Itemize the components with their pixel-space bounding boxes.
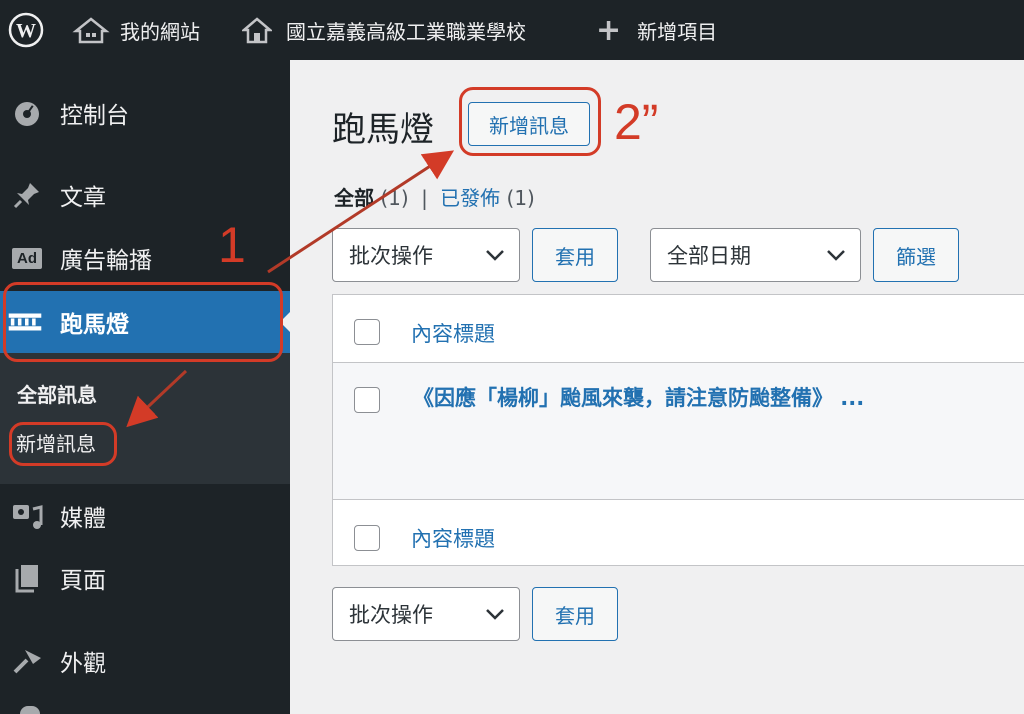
- bulk-action-value: 批次操作: [349, 244, 433, 268]
- main-content: 跑馬燈 新增訊息 全部 (1) | 已發佈 (1) 批次操作 套用 全部日期 篩…: [290, 60, 1024, 714]
- filter-all[interactable]: 全部: [334, 186, 374, 210]
- wordpress-logo-icon[interactable]: W: [8, 0, 44, 60]
- sidebar-item-ad-carousel[interactable]: Ad 廣告輪播: [0, 235, 290, 281]
- new-item-link[interactable]: + 新增項目: [596, 0, 717, 60]
- posts-table: 內容標題 《因應「楊柳」颱風來襲，請注意防颱整備》 ... 內容標題: [332, 294, 1024, 566]
- row-title-link[interactable]: 《因應「楊柳」颱風來襲，請注意防颱整備》 ...: [413, 382, 864, 412]
- chevron-down-icon: [486, 609, 504, 620]
- row-checkbox[interactable]: [354, 387, 380, 413]
- site-name-link[interactable]: 我的網站: [72, 0, 200, 60]
- appearance-icon: [10, 646, 44, 676]
- column-title-header[interactable]: 內容標題: [411, 318, 495, 348]
- svg-text:W: W: [16, 20, 36, 42]
- home-group-icon: [72, 17, 110, 44]
- annotation-step-2: 2”: [614, 94, 659, 150]
- filter-all-count: (1): [380, 186, 409, 210]
- filter-published[interactable]: 已發佈: [440, 186, 500, 210]
- sidebar-item-label: 外觀: [60, 651, 106, 677]
- select-all-checkbox-footer[interactable]: [354, 525, 380, 551]
- apply-button-top[interactable]: 套用: [532, 228, 618, 282]
- site-name-label: 我的網站: [120, 19, 200, 44]
- home-icon: [242, 17, 272, 44]
- annotation-box-marquee: [3, 282, 283, 362]
- column-title-footer[interactable]: 內容標題: [411, 523, 495, 553]
- filter-button[interactable]: 篩選: [873, 228, 959, 282]
- page-icon: [10, 563, 44, 593]
- ad-icon: Ad: [10, 243, 44, 273]
- sidebar-item-label: 頁面: [60, 568, 106, 594]
- sidebar-item-dashboard[interactable]: 控制台: [0, 90, 290, 136]
- annotation-box-add-message: [9, 422, 117, 466]
- new-item-label: 新增項目: [637, 19, 718, 44]
- sidebar-item-label: 控制台: [60, 103, 129, 129]
- school-name-label: 國立嘉義高級工業職業學校: [286, 19, 526, 44]
- sidebar-next-item-partial: [20, 706, 40, 714]
- date-filter-select[interactable]: 全部日期: [650, 228, 861, 282]
- submenu-item-all-messages[interactable]: 全部訊息: [17, 379, 97, 408]
- annotation-box-add-new-button: [459, 87, 601, 156]
- sidebar-item-pages[interactable]: 頁面: [0, 555, 290, 601]
- sidebar-item-label: 廣告輪播: [60, 248, 152, 274]
- select-all-checkbox[interactable]: [354, 319, 380, 345]
- filter-published-count: (1): [506, 186, 535, 210]
- sidebar-item-label: 文章: [60, 185, 106, 211]
- admin-bar: W 我的網站 國立嘉義高級工業職業學校 + 新增項目: [0, 0, 1024, 60]
- chevron-down-icon: [827, 250, 845, 261]
- sidebar-item-appearance[interactable]: 外觀: [0, 638, 290, 684]
- table-header: 內容標題: [333, 295, 1024, 363]
- sidebar-item-posts[interactable]: 文章: [0, 172, 290, 218]
- bulk-action-value: 批次操作: [349, 603, 433, 627]
- school-name-link[interactable]: 國立嘉義高級工業職業學校: [242, 0, 526, 60]
- media-icon: [10, 501, 44, 531]
- sidebar-item-media[interactable]: 媒體: [0, 493, 290, 539]
- bulk-action-select-top[interactable]: 批次操作: [332, 228, 520, 282]
- apply-button-bottom[interactable]: 套用: [532, 587, 618, 641]
- ad-icon-text: Ad: [12, 247, 42, 269]
- page-title: 跑馬燈: [332, 110, 434, 150]
- plus-icon: +: [596, 12, 622, 48]
- annotation-step-1: 1: [218, 217, 246, 273]
- table-row: 《因應「楊柳」颱風來襲，請注意防颱整備》 ...: [333, 363, 1024, 500]
- date-filter-value: 全部日期: [667, 244, 751, 268]
- status-filters: 全部 (1) | 已發佈 (1): [334, 182, 535, 211]
- table-footer: 內容標題: [333, 500, 1024, 566]
- admin-sidebar: 控制台 文章 Ad 廣告輪播 跑馬燈 全部訊息 新增訊息 媒體 頁面 外觀: [0, 60, 290, 714]
- chevron-down-icon: [486, 250, 504, 261]
- bulk-action-select-bottom[interactable]: 批次操作: [332, 587, 520, 641]
- pin-icon: [10, 180, 44, 210]
- dashboard-icon: [10, 98, 44, 128]
- sidebar-item-label: 媒體: [60, 506, 106, 532]
- filter-separator: |: [421, 186, 428, 210]
